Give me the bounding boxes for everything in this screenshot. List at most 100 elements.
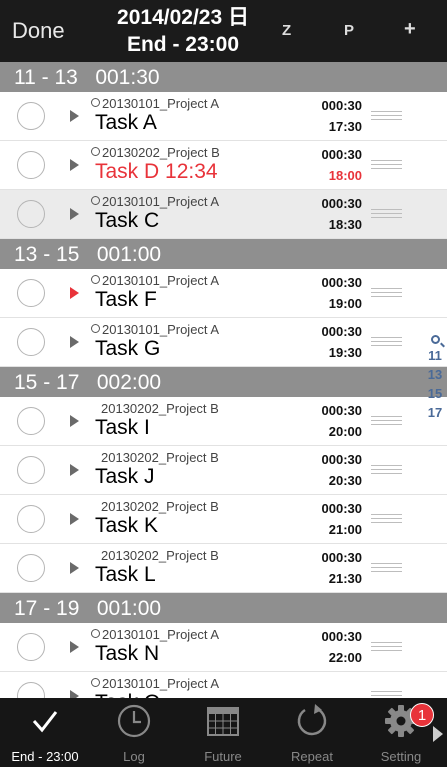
section-header: 13 - 15 001:00 [0, 239, 447, 269]
index-item[interactable]: 17 [424, 403, 446, 422]
page-title: 2014/02/23 日 End - 23:00 [90, 4, 276, 58]
reorder-handle-icon[interactable] [371, 416, 402, 425]
task-row[interactable]: 20130202_Project B Task K 000:30 21:00 [0, 495, 447, 544]
task-row[interactable]: 20130202_Project B Task D 12:34 000:30 18:0… [0, 141, 447, 190]
more-arrow-icon[interactable] [433, 726, 443, 742]
reorder-handle-icon[interactable] [371, 691, 402, 698]
tab-label: End - 23:00 [11, 749, 79, 764]
complete-checkbox[interactable] [17, 505, 45, 533]
index-item[interactable]: 11 [424, 346, 446, 365]
section-index[interactable]: 11 13 15 17 [424, 335, 446, 422]
z-button[interactable]: Z [282, 22, 291, 39]
project-label: 20130101_Project A [91, 273, 219, 288]
task-row[interactable]: 20130101_Project A Task A 000:30 17:30 [0, 92, 447, 141]
task-row[interactable]: 20130202_Project B Task J 000:30 20:30 [0, 446, 447, 495]
play-arrow-icon[interactable] [70, 415, 79, 427]
project-label: 20130101_Project A [91, 96, 219, 111]
tab-bar: End - 23:00 Log Future Repeat Setting [0, 698, 447, 767]
play-arrow-icon[interactable] [70, 513, 79, 525]
task-end-time: 19:30 [328, 345, 362, 360]
title-end-time[interactable]: End - 23:00 [90, 31, 276, 58]
reorder-handle-icon[interactable] [371, 288, 402, 297]
play-arrow-icon[interactable] [70, 159, 79, 171]
reorder-handle-icon[interactable] [371, 160, 402, 169]
comment-icon [91, 324, 100, 333]
tab-repeat[interactable]: Repeat [267, 698, 357, 767]
task-row[interactable]: 20130101_Project A Task N 000:30 22:00 [0, 623, 447, 672]
complete-checkbox[interactable] [17, 682, 45, 698]
play-arrow-icon[interactable] [70, 690, 79, 698]
title-date[interactable]: 2014/02/23 日 [90, 4, 276, 31]
play-arrow-icon[interactable] [70, 287, 79, 299]
task-list[interactable]: 11 - 13 001:30 20130101_Project A Task A 00… [0, 62, 447, 698]
complete-checkbox[interactable] [17, 200, 45, 228]
done-button[interactable]: Done [12, 18, 65, 44]
task-name: Task C [95, 209, 160, 232]
comment-icon [91, 147, 100, 156]
task-row[interactable]: 20130101_Project ATask O [0, 672, 447, 698]
task-row[interactable]: 20130101_Project A Task G 000:30 19:30 [0, 318, 447, 367]
complete-checkbox[interactable] [17, 328, 45, 356]
index-item[interactable]: 13 [424, 365, 446, 384]
comment-icon [91, 275, 100, 284]
task-name: Task N [95, 642, 160, 665]
complete-checkbox[interactable] [17, 407, 45, 435]
task-duration: 000:30 [321, 550, 362, 565]
project-name: 20130101_Project A [102, 194, 220, 209]
section-header: 17 - 19 001:00 [0, 593, 447, 623]
task-end-time: 20:30 [328, 473, 362, 488]
play-arrow-icon[interactable] [70, 110, 79, 122]
project-label: 20130101_Project A [91, 627, 219, 642]
p-button[interactable]: P [344, 22, 354, 39]
reorder-handle-icon[interactable] [371, 209, 402, 218]
calendar-icon [207, 707, 239, 736]
tab-log[interactable]: Log [89, 698, 179, 767]
complete-checkbox[interactable] [17, 279, 45, 307]
project-label: 20130202_Project B [91, 548, 219, 563]
tab-end[interactable]: End - 23:00 [0, 698, 90, 767]
task-name: Task F [95, 288, 157, 311]
task-row[interactable]: 20130101_Project A Task C 000:30 18:30 [0, 190, 447, 239]
task-duration: 000:30 [321, 452, 362, 467]
play-arrow-icon[interactable] [70, 208, 79, 220]
search-icon[interactable] [430, 335, 440, 344]
section-header: 15 - 17 002:00 [0, 367, 447, 397]
complete-checkbox[interactable] [17, 633, 45, 661]
task-name: Task L [95, 563, 156, 586]
task-duration: 000:30 [321, 501, 362, 516]
reorder-handle-icon[interactable] [371, 642, 402, 651]
complete-checkbox[interactable] [17, 102, 45, 130]
task-name: Task I [95, 416, 150, 439]
play-arrow-icon[interactable] [70, 464, 79, 476]
play-arrow-icon[interactable] [70, 336, 79, 348]
add-button[interactable]: + [404, 18, 416, 41]
complete-checkbox[interactable] [17, 554, 45, 582]
reorder-handle-icon[interactable] [371, 111, 402, 120]
reorder-handle-icon[interactable] [371, 563, 402, 572]
reorder-handle-icon[interactable] [371, 465, 402, 474]
index-item[interactable]: 15 [424, 384, 446, 403]
task-row[interactable]: 20130202_Project B Task L 000:30 21:30 [0, 544, 447, 593]
complete-checkbox[interactable] [17, 151, 45, 179]
project-label: 20130202_Project B [91, 499, 219, 514]
project-label: 20130101_Project A [91, 676, 219, 691]
comment-icon [91, 98, 100, 107]
project-name: 20130202_Project B [101, 450, 219, 465]
task-duration: 000:30 [321, 147, 362, 162]
project-name: 20130101_Project A [102, 273, 220, 288]
task-duration: 000:30 [321, 275, 362, 290]
tab-future[interactable]: Future [178, 698, 268, 767]
task-row[interactable]: 20130202_Project B Task I 000:30 20:00 [0, 397, 447, 446]
comment-icon [91, 196, 100, 205]
reorder-handle-icon[interactable] [371, 514, 402, 523]
comment-icon [91, 629, 100, 638]
task-end-time: 17:30 [328, 119, 362, 134]
task-row[interactable]: 20130101_Project A Task F 000:30 19:00 [0, 269, 447, 318]
task-end-time: 20:00 [328, 424, 362, 439]
play-arrow-icon[interactable] [70, 562, 79, 574]
tab-label: Log [123, 749, 145, 764]
task-name: Task O [95, 691, 160, 698]
complete-checkbox[interactable] [17, 456, 45, 484]
reorder-handle-icon[interactable] [371, 337, 402, 346]
play-arrow-icon[interactable] [70, 641, 79, 653]
